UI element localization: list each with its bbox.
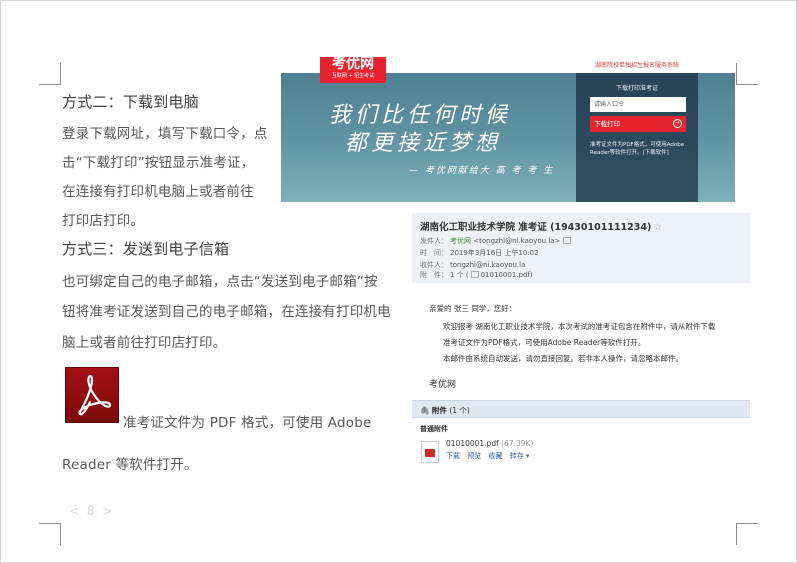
email-body-line: 欢迎报考 湖南化工职业技术学院，本次考试的准考证包含在附件中，请从附件下载 xyxy=(443,322,716,331)
sender-name[interactable]: 考优网 xyxy=(450,237,471,245)
email-subject: 湖南化工职业技术学院 准考证 (19430101111234) ☆ xyxy=(420,219,662,233)
download-print-button[interactable]: 下载打印 ➜ xyxy=(590,116,686,132)
method2-line: 打印店打印。 xyxy=(62,213,145,229)
adobe-pdf-icon xyxy=(65,367,119,423)
arrow-circle-icon: ➜ xyxy=(673,119,682,128)
star-icon[interactable]: ☆ xyxy=(653,222,662,233)
document-page: 方式二：下载到电脑 登录下载网址，填写下载口令，点 击“下载打印”按钮显示准考证… xyxy=(0,0,797,563)
slogan-line3: — 考优网献给大 高 考 考 生 xyxy=(409,166,555,176)
logo-sub-text: 互联网 + 招生考试 xyxy=(331,73,375,79)
email-signature: 考优网 xyxy=(429,380,457,390)
kaoyou-banner: 考优网 互联网 + 招生考试 湖南院校单独招生报名服务系统 我们比任何时候 都更… xyxy=(281,57,735,202)
email-body-line: 本邮件由系统自动发送，请勿直接回复。若非本人操作，请忽略本邮件。 xyxy=(443,354,683,363)
kaoyou-logo[interactable]: 考优网 互联网 + 招生考试 xyxy=(320,57,386,83)
email-header: 湖南化工职业技术学院 准考证 (19430101111234) ☆ 发件人： 考优网… xyxy=(412,213,750,283)
paperclip-icon: 🖇 xyxy=(420,406,430,415)
method3-line: 钮将准考证发送到自己的电子邮箱，在连接有打印机电 xyxy=(62,304,391,320)
attachment-actions: 下载 预览 收藏 转存 ▾ xyxy=(446,451,534,461)
recipient-label: 收件人： xyxy=(420,261,448,269)
email-subject-text: 湖南化工职业技术学院 准考证 (19430101111234) xyxy=(420,222,652,233)
download-link[interactable]: 下载 xyxy=(446,452,460,460)
sender-address: <tongzhi@ni.kaoyou.la> xyxy=(473,237,561,245)
time-value: 2019年3月16日 上午10:02 xyxy=(450,249,539,257)
page-number: < 8 > xyxy=(69,504,115,518)
attachments-bar[interactable]: 🖇 附件 (1 个) xyxy=(412,400,750,418)
email-attachment-row: 附 件： 1 个 ( 01010001.pdf) xyxy=(420,270,533,280)
method2-heading: 方式二：下载到电脑 xyxy=(62,93,199,111)
attachment-label: 附 件： xyxy=(420,271,448,279)
attachment-file: 01010001.pdf (67.39K) xyxy=(446,439,533,448)
email-body-line: 准考证文件为PDF格式，可使用Adobe Reader等软件打开。 xyxy=(443,338,646,347)
method3-line: 也可绑定自己的电子邮箱，点击“发送到电子邮箱”按 xyxy=(62,274,378,290)
sender-label: 发件人： xyxy=(420,237,448,245)
contact-card-icon[interactable] xyxy=(563,237,572,244)
panel-title: 下载打印准考证 xyxy=(615,85,658,92)
banner-top-link[interactable]: 湖南院校单独招生报名服务系统 xyxy=(595,60,679,69)
method2-line: 在连接有打印机电脑上或者前往 xyxy=(62,184,254,200)
attachment-type-label: 普通附件 xyxy=(420,425,448,433)
attachment-count: 1 个 ( xyxy=(450,271,469,279)
attachment-close: ) xyxy=(529,271,533,279)
pdf-note-line1: 准考证文件为 PDF 格式，可使用 Adobe xyxy=(123,415,372,431)
logo-main-text: 考优网 xyxy=(332,57,374,72)
download-code-input[interactable]: 请输入口令 xyxy=(590,97,686,112)
email-recipient-row: 收件人： tongzhi@ni.kaoyou.la xyxy=(420,260,525,270)
method2-line: 击“下载打印”按钮显示准考证， xyxy=(62,155,255,171)
crop-mark-top-right xyxy=(736,63,758,85)
pdf-note-line2: Reader 等软件打开。 xyxy=(62,457,198,473)
panel-note: 准考证文件为PDF格式，可使用Adobe Reader等软件打开。[下载软件] xyxy=(590,142,685,156)
pdf-attachment-icon[interactable] xyxy=(421,441,439,463)
email-preview: 湖南化工职业技术学院 准考证 (19430101111234) ☆ 发件人： 考优网… xyxy=(412,213,750,473)
pdf-file-icon xyxy=(470,271,479,278)
method2-line: 登录下载网址，填写下载口令，点 xyxy=(62,126,268,142)
attachments-title: 附件 xyxy=(431,406,447,415)
attachment-file-size: (67.39K) xyxy=(501,439,534,448)
method3-line: 脑上或者前往打印店打印。 xyxy=(62,335,227,351)
slogan-line2: 都更接近梦想 xyxy=(345,131,502,156)
email-greeting: 亲爱的 张三 同学，您好： xyxy=(429,304,517,313)
time-label: 时 间： xyxy=(420,249,448,257)
download-panel: 下载打印准考证 请输入口令 下载打印 ➜ 准考证文件为PDF格式，可使用Adob… xyxy=(576,73,698,202)
method3-heading: 方式三：发送到电子信箱 xyxy=(62,240,230,258)
email-time-row: 时 间： 2019年3月16日 上午10:02 xyxy=(420,248,539,258)
crop-mark-bottom-right xyxy=(736,523,758,545)
preview-link[interactable]: 预览 xyxy=(467,452,481,460)
download-print-label: 下载打印 xyxy=(594,120,620,128)
attachment-file-name[interactable]: 01010001.pdf xyxy=(446,439,499,448)
adobe-pdf-glyph xyxy=(78,374,112,416)
favorite-link[interactable]: 收藏 xyxy=(488,452,502,460)
attachment-link[interactable]: 01010001.pdf xyxy=(481,271,530,279)
crop-mark-bottom-left xyxy=(39,523,61,545)
email-sender-row: 发件人： 考优网 <tongzhi@ni.kaoyou.la> xyxy=(420,236,572,246)
crop-mark-top-left xyxy=(39,63,61,85)
save-to-link[interactable]: 转存 ▾ xyxy=(510,452,530,460)
attachments-count: (1 个) xyxy=(449,406,470,415)
recipient-value: tongzhi@ni.kaoyou.la xyxy=(450,261,526,269)
